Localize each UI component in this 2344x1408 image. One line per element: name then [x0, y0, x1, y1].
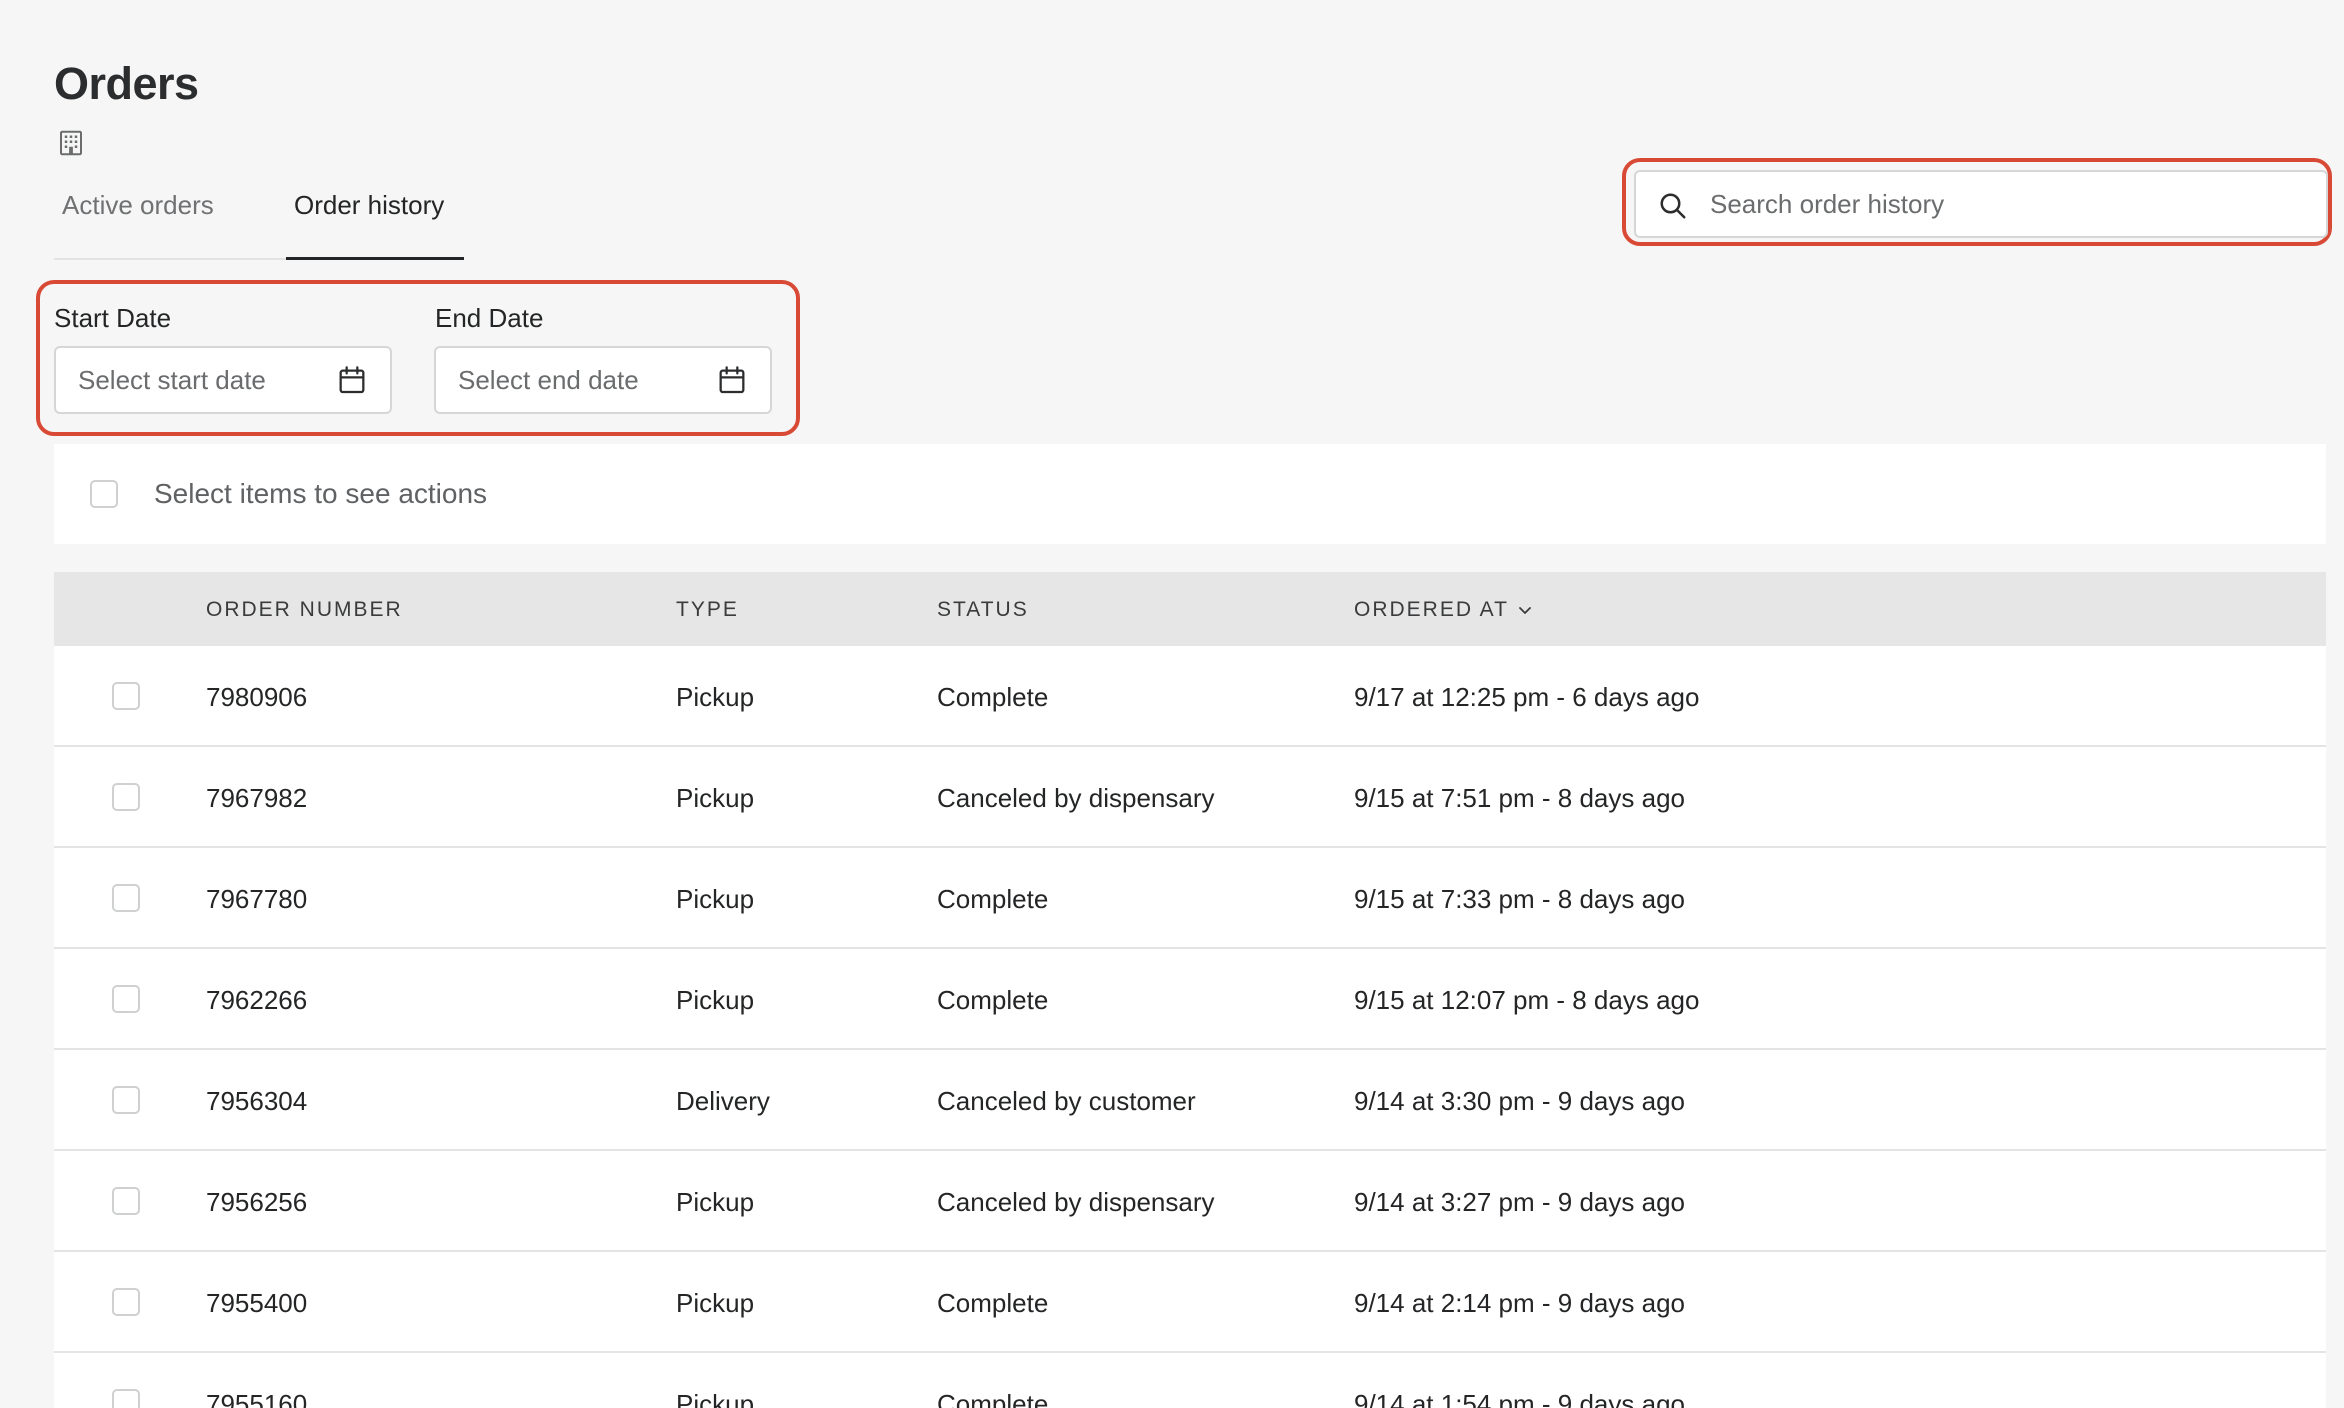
- row-checkbox[interactable]: [112, 1389, 140, 1408]
- order-status-cell: Canceled by customer: [937, 1086, 1196, 1116]
- table-header: ORDER NUMBER TYPE STATUS ORDERED AT: [54, 572, 2326, 646]
- order-status-cell: Complete: [937, 1389, 1049, 1408]
- tab-order-history[interactable]: Order history: [294, 190, 444, 221]
- table-row[interactable]: 7956256 Pickup Canceled by dispensary 9/14 …: [54, 1151, 2326, 1252]
- order-number-cell: 7967982: [206, 783, 308, 813]
- order-status-cell: Complete: [937, 884, 1049, 914]
- search-box: [1634, 170, 2328, 238]
- order-status-cell: Complete: [937, 682, 1049, 712]
- end-date-input[interactable]: [458, 348, 698, 412]
- ordered-at-cell: 9/15 at 7:51 pm - 8 days ago: [1354, 783, 1685, 813]
- tab-active-orders[interactable]: Active orders: [62, 190, 214, 221]
- active-tab-indicator: [286, 257, 464, 260]
- column-header-ordered-at-label: ORDERED AT: [1354, 598, 1509, 621]
- order-tabs: Active orders Order history: [54, 170, 464, 260]
- row-checkbox[interactable]: [112, 1086, 140, 1114]
- ordered-at-cell: 9/14 at 3:27 pm - 9 days ago: [1354, 1187, 1685, 1217]
- ordered-at-cell: 9/14 at 3:30 pm - 9 days ago: [1354, 1086, 1685, 1116]
- order-number-cell: 7955400: [206, 1288, 308, 1318]
- calendar-icon[interactable]: [336, 364, 368, 396]
- order-type-cell: Pickup: [676, 1187, 755, 1217]
- table-row[interactable]: 7955400 Pickup Complete 9/14 at 2:14 pm - 9…: [54, 1252, 2326, 1353]
- ordered-at-cell: 9/15 at 12:07 pm - 8 days ago: [1354, 985, 1700, 1015]
- table-body: 7980906 Pickup Complete 9/17 at 12:25 pm - …: [54, 646, 2326, 1408]
- order-number-cell: 7956304: [206, 1086, 308, 1116]
- table-row[interactable]: 7956304 Delivery Canceled by customer 9/14 …: [54, 1050, 2326, 1151]
- order-status-cell: Complete: [937, 1288, 1049, 1318]
- order-type-cell: Pickup: [676, 682, 755, 712]
- order-number-cell: 7967780: [206, 884, 308, 914]
- row-checkbox[interactable]: [112, 1187, 140, 1215]
- table-row[interactable]: 7955160 Pickup Complete 9/14 at 1:54 pm - 9…: [54, 1353, 2326, 1408]
- table-row[interactable]: 7980906 Pickup Complete 9/17 at 12:25 pm - …: [54, 646, 2326, 747]
- search-icon: [1660, 193, 1686, 219]
- chevron-down-icon[interactable]: [1517, 602, 1533, 618]
- column-header-order-number: ORDER NUMBER: [206, 598, 403, 621]
- order-status-cell: Canceled by dispensary: [937, 1187, 1215, 1217]
- select-all-checkbox[interactable]: [90, 480, 118, 508]
- end-date-field[interactable]: [434, 346, 772, 414]
- start-date-label: Start Date: [54, 303, 172, 333]
- order-number-cell: 7956256: [206, 1187, 308, 1217]
- ordered-at-cell: 9/14 at 2:14 pm - 9 days ago: [1354, 1288, 1685, 1318]
- column-header-type: TYPE: [676, 598, 739, 621]
- order-status-cell: Canceled by dispensary: [937, 783, 1215, 813]
- column-header-status: STATUS: [937, 598, 1029, 621]
- order-type-cell: Delivery: [676, 1086, 770, 1116]
- row-checkbox[interactable]: [112, 884, 140, 912]
- orders-page: Orders Active orders Order history Start…: [0, 0, 2344, 1408]
- ordered-at-cell: 9/14 at 1:54 pm - 9 days ago: [1354, 1389, 1685, 1408]
- order-number-cell: 7955160: [206, 1389, 308, 1408]
- bulk-actions-bar: Select items to see actions: [54, 444, 2326, 544]
- order-type-cell: Pickup: [676, 1389, 755, 1408]
- building-icon: [60, 130, 82, 156]
- row-checkbox[interactable]: [112, 783, 140, 811]
- order-type-cell: Pickup: [676, 783, 755, 813]
- ordered-at-cell: 9/15 at 7:33 pm - 8 days ago: [1354, 884, 1685, 914]
- order-status-cell: Complete: [937, 985, 1049, 1015]
- start-date-input[interactable]: [78, 348, 318, 412]
- table-row[interactable]: 7967780 Pickup Complete 9/15 at 7:33 pm - 8…: [54, 848, 2326, 949]
- order-type-cell: Pickup: [676, 884, 755, 914]
- order-number-cell: 7962266: [206, 985, 308, 1015]
- table-row[interactable]: 7967982 Pickup Canceled by dispensary 9/15 …: [54, 747, 2326, 848]
- row-checkbox[interactable]: [112, 1288, 140, 1316]
- row-checkbox[interactable]: [112, 985, 140, 1013]
- order-history-table: ORDER NUMBER TYPE STATUS ORDERED AT 7980…: [54, 572, 2326, 1408]
- column-header-ordered-at[interactable]: ORDERED AT: [1354, 598, 1533, 622]
- order-type-cell: Pickup: [676, 985, 755, 1015]
- order-type-cell: Pickup: [676, 1288, 755, 1318]
- start-date-field[interactable]: [54, 346, 392, 414]
- order-number-cell: 7980906: [206, 682, 308, 712]
- table-row[interactable]: 7962266 Pickup Complete 9/15 at 12:07 pm - …: [54, 949, 2326, 1050]
- row-checkbox[interactable]: [112, 682, 140, 710]
- bulk-actions-hint: Select items to see actions: [154, 478, 488, 509]
- end-date-label: End Date: [435, 303, 544, 333]
- ordered-at-cell: 9/17 at 12:25 pm - 6 days ago: [1354, 682, 1700, 712]
- page-title: Orders: [54, 58, 199, 109]
- calendar-icon[interactable]: [716, 364, 748, 396]
- search-input[interactable]: [1710, 172, 2310, 236]
